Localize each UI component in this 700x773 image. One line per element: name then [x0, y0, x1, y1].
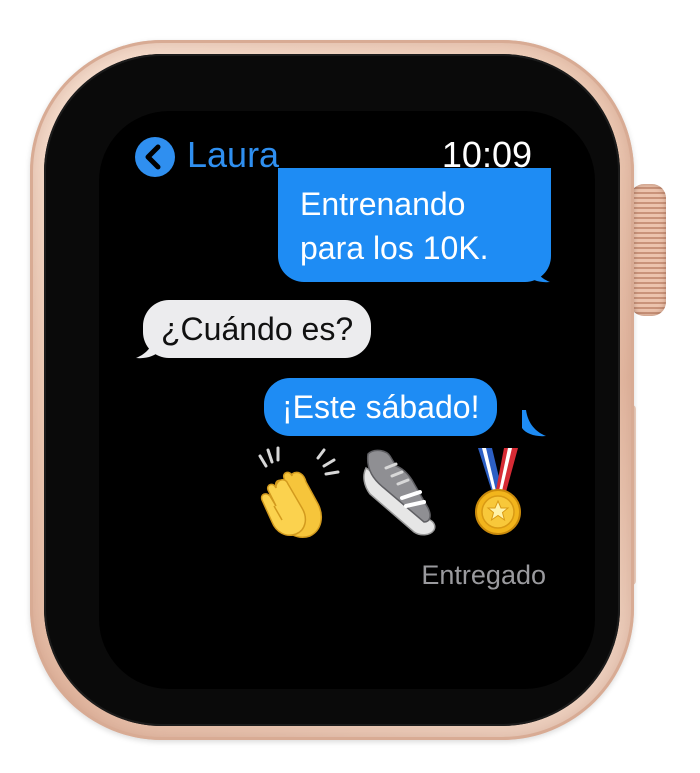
chevron-left-icon[interactable] [135, 137, 175, 177]
delivery-status: Entregado [421, 560, 546, 590]
message-bubble-received[interactable]: ¿Cuándo es? [143, 300, 372, 358]
running-shoe-emoji[interactable] [356, 446, 440, 536]
bubble-tail [526, 256, 550, 283]
bubble-tail [136, 332, 160, 359]
apple-watch: Laura 10:09 Entrenando para los 10K. ¿Cu… [0, 0, 700, 773]
contact-name-back-button[interactable]: Laura [187, 132, 279, 178]
sports-medal-emoji[interactable] [470, 446, 526, 538]
message-bubble-sent[interactable]: ¡Este sábado! [264, 378, 498, 436]
message-line: para los 10K. [300, 230, 489, 266]
clapping-hands-emoji[interactable] [252, 446, 344, 540]
bubble-tail [522, 410, 546, 437]
digital-crown[interactable] [630, 184, 666, 316]
message-bubble-sent[interactable]: Entrenando para los 10K. [278, 168, 551, 282]
message-line: Entrenando [300, 186, 466, 222]
